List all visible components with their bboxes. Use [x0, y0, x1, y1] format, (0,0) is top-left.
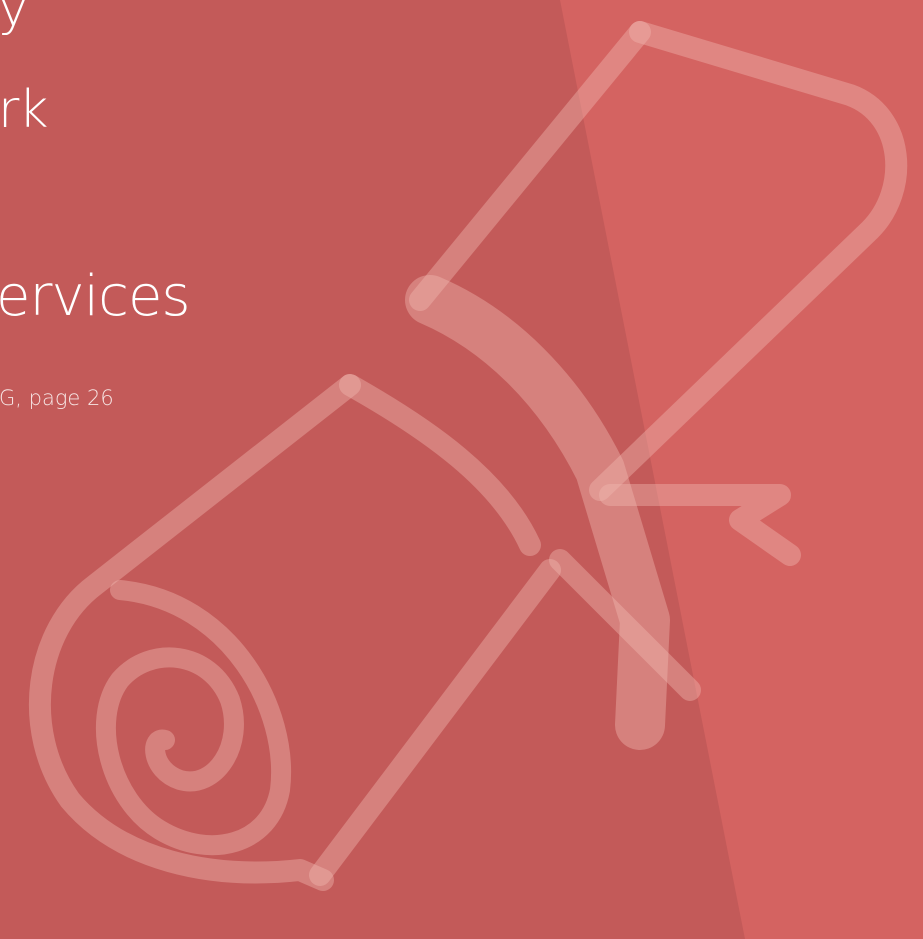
section-heading: ervices: [0, 264, 191, 329]
source-citation: G, page 26: [0, 386, 114, 410]
title-line-2: rk: [0, 80, 48, 140]
title-line-1: y: [0, 0, 29, 38]
slide-text: y rk ervices G, page 26: [0, 0, 923, 939]
